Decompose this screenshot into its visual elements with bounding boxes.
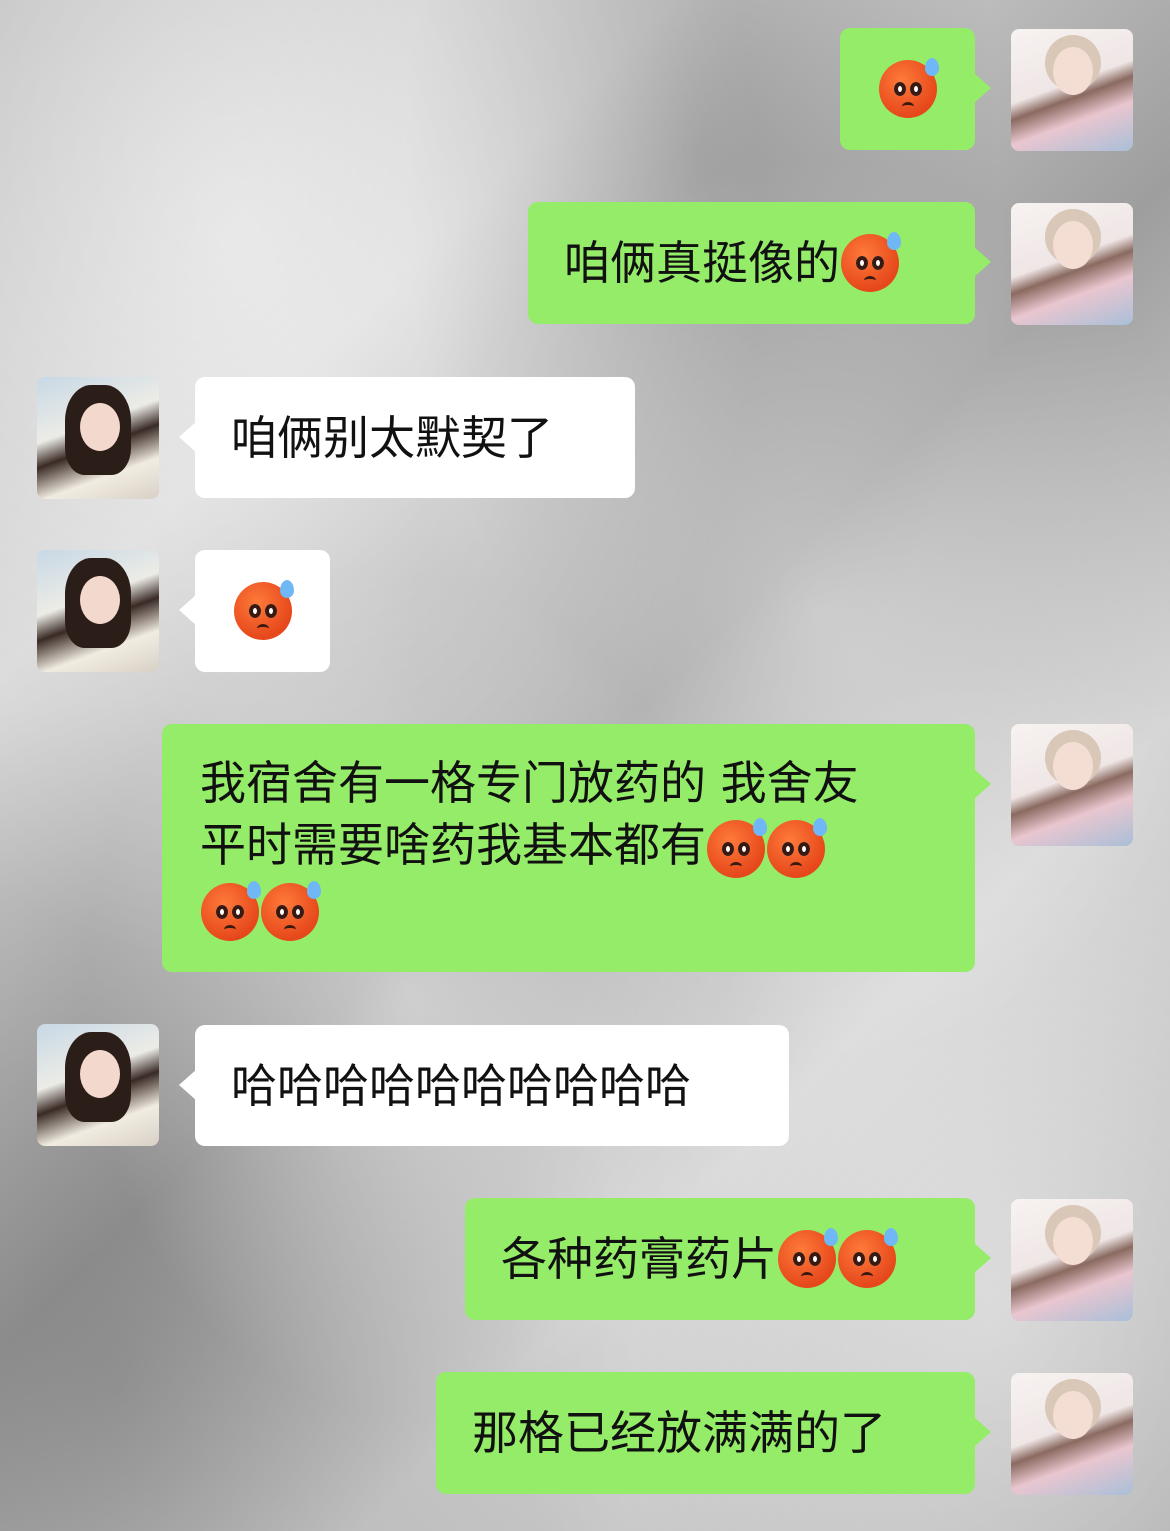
anxious-face-with-sweat-icon	[841, 232, 901, 292]
message-line: 我宿舍有一格专门放药的 我舍友	[200, 756, 859, 810]
avatar-other[interactable]	[37, 377, 159, 499]
message-bubble-me[interactable]: 那格已经放满满的了	[436, 1372, 991, 1494]
message-text: 各种药膏药片	[501, 1232, 777, 1286]
anxious-face-with-sweat-icon	[707, 817, 767, 878]
anxious-face-with-sweat-icon	[838, 1228, 898, 1288]
avatar-me[interactable]	[1011, 1373, 1133, 1495]
avatar-me[interactable]	[1011, 1199, 1133, 1321]
message-bubble-other[interactable]	[179, 550, 330, 672]
anxious-face-with-sweat-icon	[878, 58, 939, 118]
message-text: 哈哈哈哈哈哈哈哈哈哈	[231, 1058, 691, 1113]
message-line: 平时需要啥药我基本都有	[200, 814, 827, 878]
message-line	[200, 878, 321, 941]
avatar-me[interactable]	[1011, 724, 1133, 846]
anxious-face-with-sweat-icon	[767, 817, 827, 878]
chat-thread: 咱俩真挺像的 咱俩别太默契了 我宿舍有一格专门放药的 我舍友 平时需要啥药我基本…	[0, 0, 1170, 1531]
avatar-me[interactable]	[1011, 203, 1133, 325]
message-bubble-me[interactable]: 各种药膏药片	[465, 1198, 991, 1320]
avatar-other[interactable]	[37, 550, 159, 672]
message-bubble-other[interactable]: 哈哈哈哈哈哈哈哈哈哈	[179, 1025, 789, 1146]
anxious-face-with-sweat-icon	[201, 881, 261, 941]
message-text: 咱俩别太默契了	[231, 410, 553, 465]
message-text: 咱俩真挺像的	[564, 236, 840, 290]
anxious-face-with-sweat-icon	[233, 580, 294, 640]
message-text: 那格已经放满满的了	[472, 1406, 886, 1460]
avatar-me[interactable]	[1011, 29, 1133, 151]
message-bubble-other[interactable]: 咱俩别太默契了	[179, 377, 635, 498]
avatar-other[interactable]	[37, 1024, 159, 1146]
anxious-face-with-sweat-icon	[261, 881, 321, 941]
anxious-face-with-sweat-icon	[778, 1228, 838, 1288]
message-bubble-me[interactable]: 我宿舍有一格专门放药的 我舍友 平时需要啥药我基本都有	[162, 724, 991, 972]
message-bubble-me[interactable]	[840, 28, 991, 150]
message-bubble-me[interactable]: 咱俩真挺像的	[528, 202, 991, 324]
